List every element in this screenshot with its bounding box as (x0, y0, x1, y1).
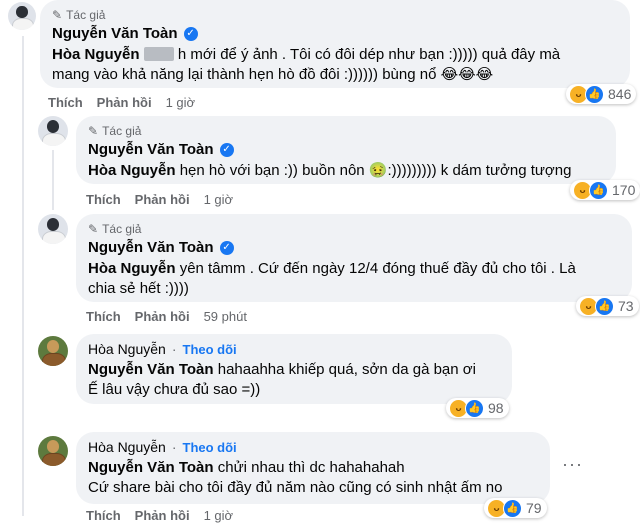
comment-actions: Thích Phản hồi 59 phút (86, 309, 247, 324)
mention[interactable]: Nguyễn Văn Toàn (88, 459, 214, 476)
like-button[interactable]: Thích (48, 95, 83, 110)
like-icon: 👍 (503, 498, 522, 518)
comment-bubble: ✎ Tác giả Nguyễn Văn Toàn ✓ Hòa Nguyễn h m… (40, 0, 630, 88)
timestamp[interactable]: 59 phút (204, 309, 247, 324)
comment-text: Hòa Nguyễn hẹn hò với bạn :)) buồn nôn 🤢… (88, 162, 572, 179)
comment-text: Hòa Nguyễn h mới để ý ảnh . Tôi có đôi d… (52, 46, 561, 83)
comment-bubble: Hòa Nguyễn · Theo dõi Nguyễn Văn Toàn chửi… (76, 432, 550, 504)
author-badge: ✎ Tác giả (88, 222, 142, 236)
like-button[interactable]: Thích (86, 309, 121, 324)
timestamp[interactable]: 1 giờ (204, 192, 234, 207)
mention[interactable]: Hòa Nguyễn (88, 260, 176, 277)
reply-button[interactable]: Phản hồi (135, 309, 190, 324)
commenter-name[interactable]: Nguyễn Văn Toàn (88, 239, 214, 256)
follow-button[interactable]: Theo dõi (183, 440, 237, 455)
avatar[interactable] (38, 214, 68, 244)
avatar[interactable] (38, 436, 68, 466)
comment-text: Nguyễn Văn Toàn chửi nhau thì dc hahahah… (88, 459, 503, 496)
timestamp[interactable]: 1 giờ (166, 95, 196, 110)
commenter-name[interactable]: Hòa Nguyễn (88, 439, 166, 455)
comment-text: Nguyễn Văn Toàn hahaahha khiếp quá, sởn … (88, 361, 476, 398)
comment-bubble: Hòa Nguyễn · Theo dõi Nguyễn Văn Toàn haha… (76, 334, 512, 404)
pen-icon: ✎ (88, 124, 99, 138)
commenter-name[interactable]: Hòa Nguyễn (88, 341, 166, 357)
like-icon: 👍 (585, 84, 604, 104)
verified-icon: ✓ (219, 240, 234, 255)
comment-bubble: ✎ Tác giả Nguyễn Văn Toàn ✓ Hòa Nguyễn yên… (76, 214, 632, 302)
reply-button[interactable]: Phản hồi (97, 95, 152, 110)
comment-bubble: ✎ Tác giả Nguyễn Văn Toàn ✓ Hòa Nguyễn hẹn… (76, 116, 616, 184)
reaction-summary[interactable]: ᴗ 👍 170 (570, 180, 640, 200)
reaction-summary[interactable]: ᴗ 👍 98 (446, 398, 509, 418)
verified-icon: ✓ (219, 142, 234, 157)
verified-icon: ✓ (183, 26, 198, 41)
like-icon: 👍 (589, 180, 608, 200)
thread-line (52, 150, 54, 210)
reaction-summary[interactable]: ᴗ 👍 73 (576, 296, 639, 316)
like-icon: 👍 (595, 296, 614, 316)
pen-icon: ✎ (52, 8, 63, 22)
timestamp[interactable]: 1 giờ (204, 508, 234, 523)
author-badge: ✎ Tác giả (88, 124, 142, 138)
mention[interactable]: Hòa Nguyễn (88, 162, 176, 179)
avatar[interactable] (8, 2, 36, 30)
reaction-summary[interactable]: ᴗ 👍 79 (484, 498, 547, 518)
comment-actions: Thích Phản hồi 1 giờ (86, 508, 233, 523)
avatar[interactable] (38, 336, 68, 366)
thread-line (22, 36, 24, 516)
follow-button[interactable]: Theo dõi (183, 342, 237, 357)
comment-actions: Thích Phản hồi 1 giờ (48, 95, 195, 110)
reply-button[interactable]: Phản hồi (135, 508, 190, 523)
pen-icon: ✎ (88, 222, 99, 236)
commenter-name[interactable]: Nguyễn Văn Toàn (52, 25, 178, 42)
commenter-name[interactable]: Nguyễn Văn Toàn (88, 141, 214, 158)
reaction-summary[interactable]: ᴗ 👍 846 (566, 84, 637, 104)
more-options-icon[interactable]: ··· (562, 454, 583, 475)
comment-text: Hòa Nguyễn yên tâmm . Cứ đến ngày 12/4 đ… (88, 260, 576, 297)
redacted-block (143, 47, 174, 61)
like-icon: 👍 (465, 398, 484, 418)
mention[interactable]: Hòa Nguyễn (52, 46, 140, 63)
like-button[interactable]: Thích (86, 508, 121, 523)
like-button[interactable]: Thích (86, 192, 121, 207)
comment-actions: Thích Phản hồi 1 giờ (86, 192, 233, 207)
mention[interactable]: Nguyễn Văn Toàn (88, 361, 214, 378)
author-badge: ✎ Tác giả (52, 8, 106, 22)
reply-button[interactable]: Phản hồi (135, 192, 190, 207)
avatar[interactable] (38, 116, 68, 146)
